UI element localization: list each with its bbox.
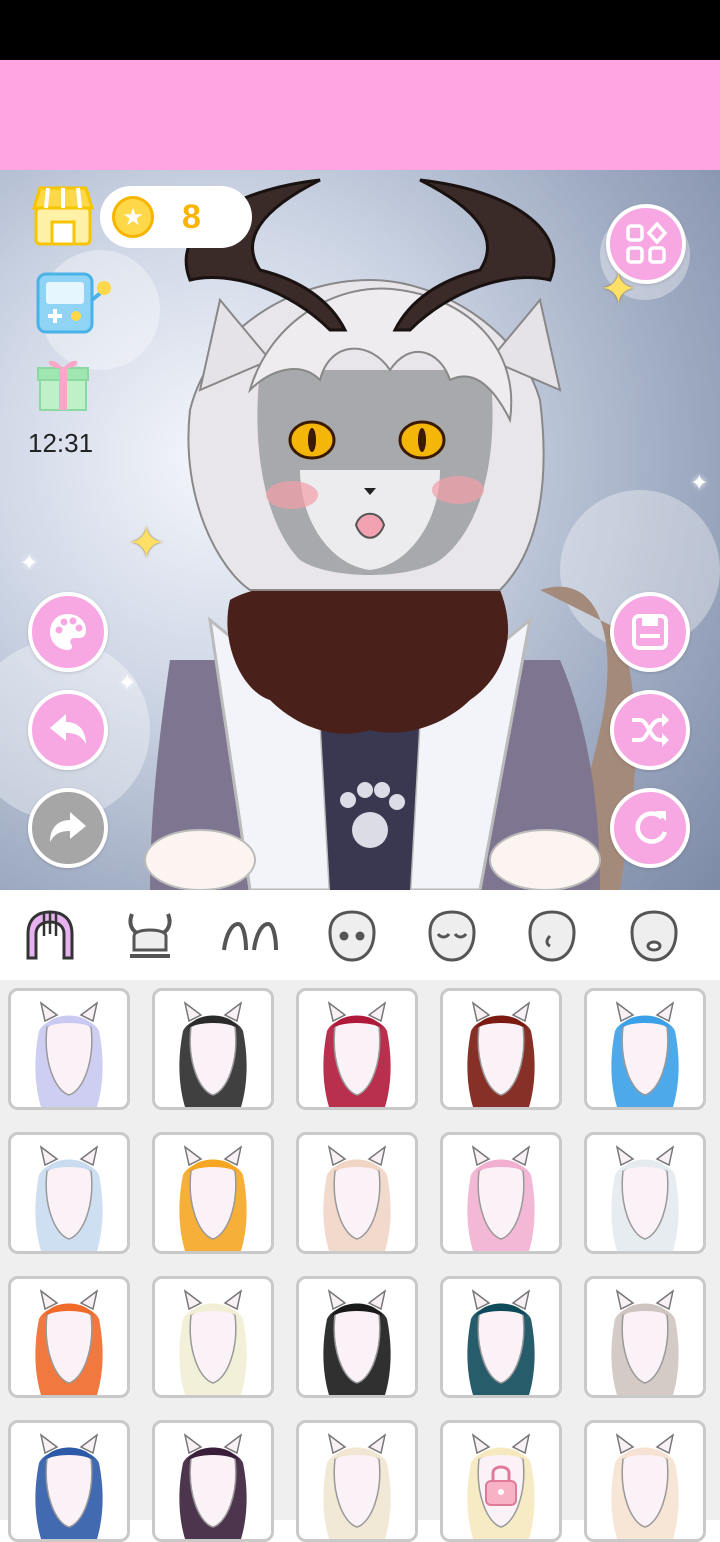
hair-option[interactable] <box>440 1276 562 1398</box>
hair-preview-icon <box>611 1145 679 1251</box>
hair-option[interactable] <box>296 1132 418 1254</box>
save-button[interactable] <box>610 592 690 672</box>
shuffle-icon <box>632 713 669 747</box>
hair-icon <box>26 910 74 960</box>
hair-option-locked[interactable] <box>440 1420 562 1542</box>
redo-icon <box>50 812 86 842</box>
hair-option[interactable] <box>152 1276 274 1398</box>
undo-icon <box>50 714 86 744</box>
hair-option[interactable] <box>584 1276 706 1398</box>
tab-face-shape[interactable] <box>520 904 584 968</box>
hair-option[interactable] <box>296 1420 418 1542</box>
hair-option[interactable] <box>8 1420 130 1542</box>
coin-balance: ★ 8 <box>100 186 252 248</box>
gift-icon[interactable] <box>36 354 90 414</box>
coin-icon: ★ <box>112 196 154 238</box>
game-icon[interactable] <box>34 270 112 336</box>
hair-option[interactable] <box>8 988 130 1110</box>
tab-expression[interactable] <box>420 904 484 968</box>
tab-mouth[interactable] <box>622 904 686 968</box>
tab-ears[interactable] <box>218 904 282 968</box>
hair-option[interactable] <box>8 1132 130 1254</box>
palette-icon <box>50 614 86 650</box>
hair-preview-icon <box>467 1145 535 1251</box>
hair-option[interactable] <box>584 1132 706 1254</box>
avatar-preview: ✦ ✦ ✦ ✦ ✦ ★ 8 12:31 <box>0 170 720 890</box>
category-tab-bar <box>0 890 720 980</box>
hair-preview-icon <box>179 1289 247 1395</box>
closed-eyes-icon <box>428 910 476 962</box>
status-bar <box>0 0 720 60</box>
hair-option[interactable] <box>440 1132 562 1254</box>
hair-option[interactable] <box>584 1420 706 1542</box>
save-icon <box>632 614 668 650</box>
tab-eyes[interactable] <box>320 904 384 968</box>
shop-icon[interactable] <box>30 182 96 248</box>
hair-preview-icon <box>179 1001 247 1107</box>
hair-option[interactable] <box>152 1132 274 1254</box>
tab-horns[interactable] <box>118 904 182 968</box>
hair-preview-icon <box>611 1289 679 1395</box>
hair-option[interactable] <box>296 988 418 1110</box>
hair-option[interactable] <box>8 1276 130 1398</box>
palette-button[interactable] <box>28 592 108 672</box>
hair-preview-icon <box>179 1145 247 1251</box>
hair-preview-icon <box>35 1001 103 1107</box>
hair-preview-icon <box>467 1289 535 1395</box>
hair-preview-icon <box>323 1145 391 1251</box>
hair-option[interactable] <box>584 988 706 1110</box>
hair-preview-icon <box>323 1001 391 1107</box>
categories-icon <box>626 222 668 264</box>
reset-icon <box>635 811 668 844</box>
ears-icon <box>222 921 278 951</box>
categories-button[interactable] <box>606 204 686 284</box>
face-side-icon <box>528 910 576 962</box>
reset-button[interactable] <box>610 788 690 868</box>
clock-label: 12:31 <box>28 428 94 458</box>
horns-icon <box>128 913 172 958</box>
hair-option[interactable] <box>296 1276 418 1398</box>
tab-hair[interactable] <box>18 904 82 968</box>
hair-preview-icon <box>35 1289 103 1395</box>
redo-button[interactable] <box>28 788 108 868</box>
ad-banner <box>0 60 720 170</box>
hair-options-grid <box>0 980 720 1542</box>
mouth-icon <box>630 910 678 962</box>
hair-preview-icon <box>323 1433 391 1539</box>
hair-preview-icon <box>467 1433 535 1539</box>
hair-preview-icon <box>467 1001 535 1107</box>
hair-preview-icon <box>35 1145 103 1251</box>
hair-preview-icon <box>35 1433 103 1539</box>
shuffle-button[interactable] <box>610 690 690 770</box>
coin-count: 8 <box>182 198 201 236</box>
hair-option[interactable] <box>152 988 274 1110</box>
eyes-icon <box>328 910 376 962</box>
hair-preview-icon <box>611 1001 679 1107</box>
undo-button[interactable] <box>28 690 108 770</box>
hair-preview-icon <box>179 1433 247 1539</box>
hair-preview-icon <box>323 1289 391 1395</box>
hair-preview-icon <box>611 1433 679 1539</box>
hair-option[interactable] <box>152 1420 274 1542</box>
hair-option[interactable] <box>440 988 562 1110</box>
